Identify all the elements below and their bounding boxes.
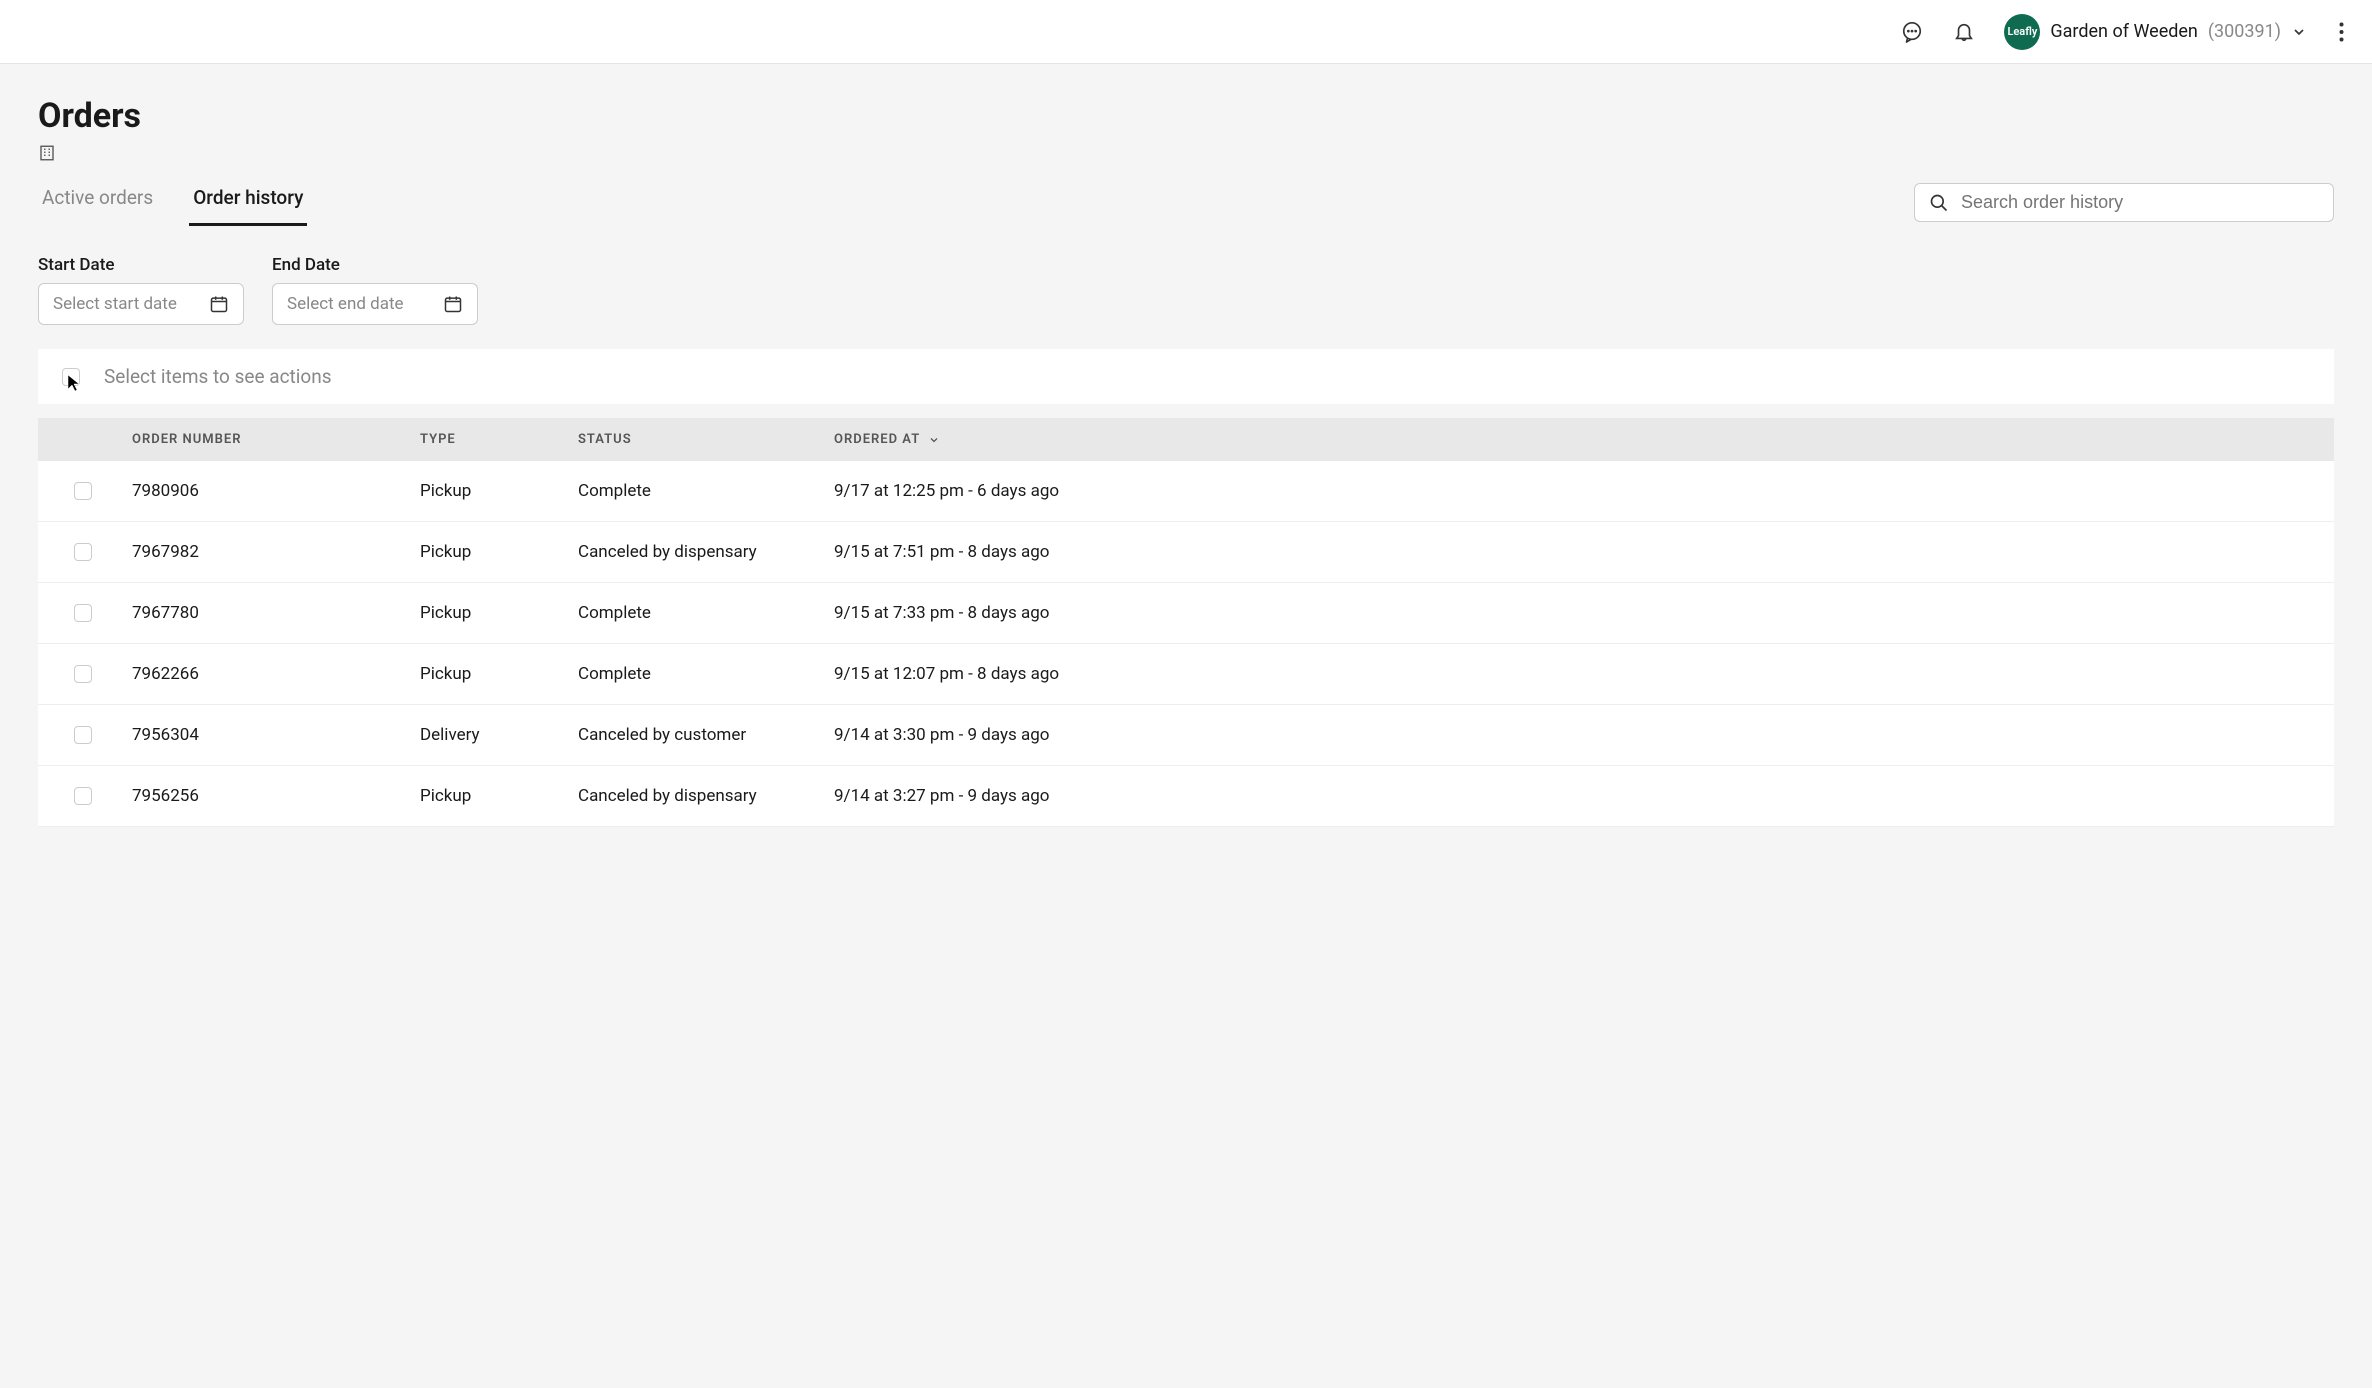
cell-type: Pickup xyxy=(420,603,578,623)
col-ordered-at-label: ORDERED AT xyxy=(834,432,920,447)
select-all-checkbox[interactable] xyxy=(62,368,80,386)
cell-status: Complete xyxy=(578,603,834,623)
tabs: Active orders Order history xyxy=(38,178,307,227)
table-row[interactable]: 7967982PickupCanceled by dispensary9/15 … xyxy=(38,522,2334,583)
cell-status: Canceled by dispensary xyxy=(578,542,834,562)
cell-type: Pickup xyxy=(420,664,578,684)
start-date-input[interactable]: Select start date xyxy=(38,283,244,325)
page-title: Orders xyxy=(38,96,2334,136)
kebab-menu[interactable] xyxy=(2335,18,2348,46)
row-checkbox[interactable] xyxy=(74,665,92,683)
end-date-filter: End Date Select end date xyxy=(272,255,478,325)
table-row[interactable]: 7980906PickupComplete9/17 at 12:25 pm - … xyxy=(38,461,2334,522)
tabs-row: Active orders Order history xyxy=(38,178,2334,227)
account-name: Garden of Weeden xyxy=(2050,21,2198,42)
row-checkbox[interactable] xyxy=(74,787,92,805)
chevron-down-icon xyxy=(928,434,940,446)
tab-order-history[interactable]: Order history xyxy=(189,178,307,226)
cell-ordered-at: 9/14 at 3:30 pm - 9 days ago xyxy=(834,725,2310,745)
orders-table: ORDER NUMBER TYPE STATUS ORDERED AT 7980… xyxy=(38,418,2334,827)
chevron-down-icon xyxy=(2291,24,2307,40)
col-ordered-at-header[interactable]: ORDERED AT xyxy=(834,432,2310,447)
end-date-placeholder: Select end date xyxy=(287,294,404,314)
chat-icon[interactable] xyxy=(1900,20,1924,44)
table-header: ORDER NUMBER TYPE STATUS ORDERED AT xyxy=(38,418,2334,461)
avatar-text: Leafly xyxy=(2007,25,2037,38)
search-wrapper[interactable] xyxy=(1914,183,2334,222)
row-checkbox[interactable] xyxy=(74,726,92,744)
cell-order-number: 7980906 xyxy=(132,481,420,501)
content: Orders Active orders Order history Start… xyxy=(0,64,2372,859)
tab-active-orders[interactable]: Active orders xyxy=(38,178,157,226)
cell-ordered-at: 9/15 at 7:33 pm - 8 days ago xyxy=(834,603,2310,623)
cell-type: Pickup xyxy=(420,542,578,562)
table-row[interactable]: 7962266PickupComplete9/15 at 12:07 pm - … xyxy=(38,644,2334,705)
row-checkbox[interactable] xyxy=(74,604,92,622)
cell-status: Complete xyxy=(578,664,834,684)
cell-type: Pickup xyxy=(420,786,578,806)
table-row[interactable]: 7967780PickupComplete9/15 at 7:33 pm - 8… xyxy=(38,583,2334,644)
date-filters: Start Date Select start date End Date Se… xyxy=(38,255,2334,325)
table-row[interactable]: 7956256PickupCanceled by dispensary9/14 … xyxy=(38,766,2334,827)
col-order-number-header: ORDER NUMBER xyxy=(132,432,420,447)
cell-order-number: 7962266 xyxy=(132,664,420,684)
cell-ordered-at: 9/15 at 7:51 pm - 8 days ago xyxy=(834,542,2310,562)
cell-order-number: 7967982 xyxy=(132,542,420,562)
cell-type: Pickup xyxy=(420,481,578,501)
topbar: Leafly Garden of Weeden (300391) xyxy=(0,0,2372,64)
building-icon xyxy=(38,144,2334,162)
table-row[interactable]: 7956304DeliveryCanceled by customer9/14 … xyxy=(38,705,2334,766)
cell-order-number: 7956304 xyxy=(132,725,420,745)
actions-bar: Select items to see actions xyxy=(38,349,2334,404)
cell-ordered-at: 9/15 at 12:07 pm - 8 days ago xyxy=(834,664,2310,684)
cell-ordered-at: 9/14 at 3:27 pm - 9 days ago xyxy=(834,786,2310,806)
search-icon xyxy=(1929,193,1949,213)
col-status-header: STATUS xyxy=(578,432,834,447)
end-date-label: End Date xyxy=(272,255,478,275)
account-selector[interactable]: Leafly Garden of Weeden (300391) xyxy=(2004,14,2307,50)
row-checkbox[interactable] xyxy=(74,543,92,561)
cell-status: Complete xyxy=(578,481,834,501)
cell-ordered-at: 9/17 at 12:25 pm - 6 days ago xyxy=(834,481,2310,501)
table-body: 7980906PickupComplete9/17 at 12:25 pm - … xyxy=(38,461,2334,827)
avatar: Leafly xyxy=(2004,14,2040,50)
cell-status: Canceled by dispensary xyxy=(578,786,834,806)
start-date-placeholder: Select start date xyxy=(53,294,177,314)
cell-type: Delivery xyxy=(420,725,578,745)
cell-status: Canceled by customer xyxy=(578,725,834,745)
calendar-icon xyxy=(443,294,463,314)
cell-order-number: 7967780 xyxy=(132,603,420,623)
bell-icon[interactable] xyxy=(1952,20,1976,44)
col-type-header: TYPE xyxy=(420,432,578,447)
end-date-input[interactable]: Select end date xyxy=(272,283,478,325)
row-checkbox[interactable] xyxy=(74,482,92,500)
start-date-label: Start Date xyxy=(38,255,244,275)
calendar-icon xyxy=(209,294,229,314)
actions-hint: Select items to see actions xyxy=(104,365,332,388)
account-id: (300391) xyxy=(2208,21,2281,42)
start-date-filter: Start Date Select start date xyxy=(38,255,244,325)
search-input[interactable] xyxy=(1961,192,2319,213)
cell-order-number: 7956256 xyxy=(132,786,420,806)
